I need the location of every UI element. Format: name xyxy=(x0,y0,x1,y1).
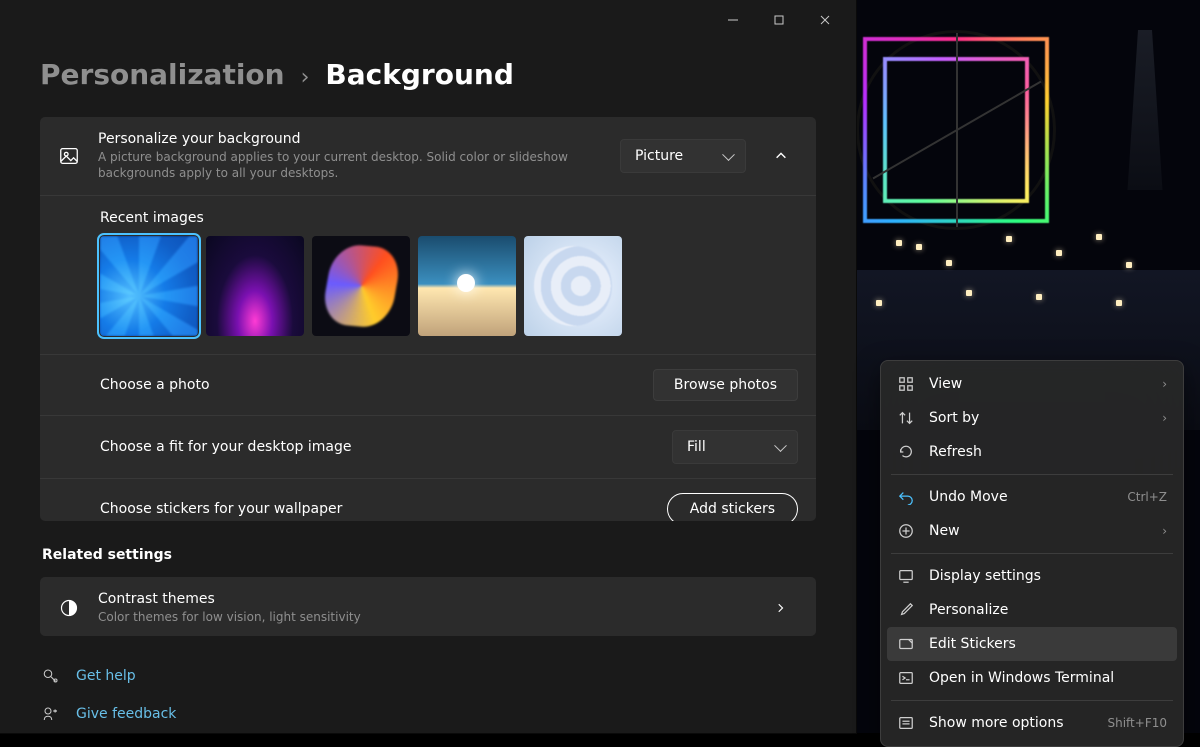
ferris-wheel-graphic xyxy=(856,30,1056,230)
recent-images-list xyxy=(100,236,798,336)
choose-photo-label: Choose a photo xyxy=(100,377,635,393)
ctx-refresh-label: Refresh xyxy=(929,444,1167,460)
collapse-button[interactable] xyxy=(764,139,798,173)
fit-select[interactable]: Fill xyxy=(672,430,798,464)
related-settings-heading: Related settings xyxy=(42,547,816,563)
background-type-subtitle: A picture background applies to your cur… xyxy=(98,149,602,181)
image-icon xyxy=(58,145,80,167)
chevron-right-icon: › xyxy=(1162,524,1167,538)
chevron-right-icon: › xyxy=(1162,411,1167,425)
wallpaper-thumb[interactable] xyxy=(312,236,410,336)
background-type-select[interactable]: Picture xyxy=(620,139,746,173)
breadcrumb: Personalization › Background xyxy=(40,58,816,91)
close-button[interactable] xyxy=(802,4,848,36)
related-settings-card: Contrast themes Color themes for low vis… xyxy=(40,577,816,636)
background-type-row[interactable]: Personalize your background A picture ba… xyxy=(40,117,816,195)
recent-images-row: Recent images xyxy=(40,195,816,354)
contrast-themes-row[interactable]: Contrast themes Color themes for low vis… xyxy=(40,577,816,636)
ctx-display-label: Display settings xyxy=(929,568,1167,584)
ctx-view[interactable]: View › xyxy=(887,367,1177,401)
breadcrumb-current: Background xyxy=(325,58,513,91)
ctx-more-options[interactable]: Show more options Shift+F10 xyxy=(887,706,1177,740)
choose-fit-row: Choose a fit for your desktop image Fill xyxy=(40,415,816,478)
display-icon xyxy=(897,567,915,585)
contrast-icon xyxy=(58,597,80,619)
ctx-view-label: View xyxy=(929,376,1148,392)
undo-icon xyxy=(897,488,915,506)
contrast-themes-title: Contrast themes xyxy=(98,591,746,607)
wallpaper-thumb[interactable] xyxy=(418,236,516,336)
ctx-undo-accel: Ctrl+Z xyxy=(1127,490,1167,504)
ctx-undo-label: Undo Move xyxy=(929,489,1113,505)
recent-images-label: Recent images xyxy=(100,210,798,226)
desktop-context-menu: View › Sort by › Refresh Undo Move Ctrl+… xyxy=(880,360,1184,747)
ctx-sort-by[interactable]: Sort by › xyxy=(887,401,1177,435)
sort-icon xyxy=(897,409,915,427)
ctx-edit-stickers[interactable]: Edit Stickers xyxy=(887,627,1177,661)
breadcrumb-parent[interactable]: Personalization xyxy=(40,58,285,91)
choose-fit-label: Choose a fit for your desktop image xyxy=(100,439,654,455)
wallpaper-thumb[interactable] xyxy=(524,236,622,336)
ctx-more-label: Show more options xyxy=(929,715,1093,731)
ctx-personalize-label: Personalize xyxy=(929,602,1167,618)
give-feedback-label: Give feedback xyxy=(76,706,176,722)
plus-circle-icon xyxy=(897,522,915,540)
window-titlebar xyxy=(0,0,856,40)
wallpaper-thumb[interactable] xyxy=(206,236,304,336)
give-feedback-link[interactable]: Give feedback xyxy=(40,695,816,733)
ctx-sort-label: Sort by xyxy=(929,410,1148,426)
tower-graphic xyxy=(1110,30,1180,190)
maximize-button[interactable] xyxy=(756,4,802,36)
feedback-icon xyxy=(40,703,62,725)
ctx-separator xyxy=(891,474,1173,475)
sticker-icon xyxy=(897,635,915,653)
ctx-display-settings[interactable]: Display settings xyxy=(887,559,1177,593)
ctx-terminal-label: Open in Windows Terminal xyxy=(929,670,1167,686)
choose-stickers-label: Choose stickers for your wallpaper xyxy=(100,501,649,517)
ctx-refresh[interactable]: Refresh xyxy=(887,435,1177,469)
get-help-link[interactable]: Get help xyxy=(40,657,816,695)
wallpaper-thumb[interactable] xyxy=(100,236,198,336)
background-type-title: Personalize your background xyxy=(98,131,602,147)
ctx-separator xyxy=(891,700,1173,701)
choose-stickers-row: Choose stickers for your wallpaper Add s… xyxy=(40,478,816,520)
settings-window: Personalization › Background Personalize… xyxy=(0,0,856,733)
contrast-themes-subtitle: Color themes for low vision, light sensi… xyxy=(98,609,618,625)
choose-photo-row: Choose a photo Browse photos xyxy=(40,354,816,415)
ctx-new[interactable]: New › xyxy=(887,514,1177,548)
background-settings-card: Personalize your background A picture ba… xyxy=(40,117,816,521)
brush-icon xyxy=(897,601,915,619)
add-stickers-button[interactable]: Add stickers xyxy=(667,493,798,520)
help-icon xyxy=(40,665,62,687)
chevron-right-icon: › xyxy=(301,65,310,90)
ctx-personalize[interactable]: Personalize xyxy=(887,593,1177,627)
minimize-button[interactable] xyxy=(710,4,756,36)
ctx-edit-stickers-label: Edit Stickers xyxy=(929,636,1167,652)
grid-icon xyxy=(897,375,915,393)
ctx-open-terminal[interactable]: Open in Windows Terminal xyxy=(887,661,1177,695)
chevron-right-icon xyxy=(764,591,798,625)
ctx-more-accel: Shift+F10 xyxy=(1107,716,1167,730)
ctx-new-label: New xyxy=(929,523,1148,539)
refresh-icon xyxy=(897,443,915,461)
get-help-label: Get help xyxy=(76,668,136,684)
more-options-icon xyxy=(897,714,915,732)
terminal-icon xyxy=(897,669,915,687)
browse-photos-button[interactable]: Browse photos xyxy=(653,369,798,401)
ctx-separator xyxy=(891,553,1173,554)
ctx-undo[interactable]: Undo Move Ctrl+Z xyxy=(887,480,1177,514)
chevron-right-icon: › xyxy=(1162,377,1167,391)
